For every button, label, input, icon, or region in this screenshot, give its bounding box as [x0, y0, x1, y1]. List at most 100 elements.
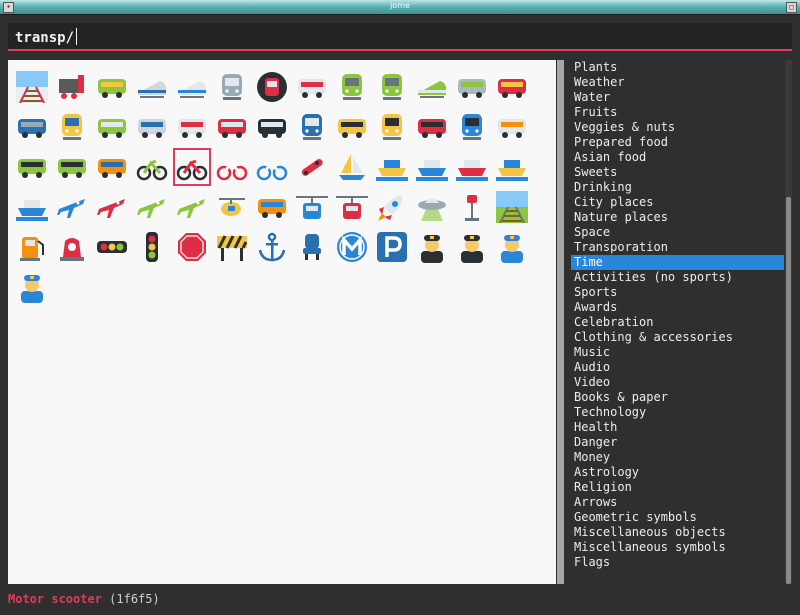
emoji-cell[interactable]	[173, 148, 211, 186]
category-item[interactable]: Fruits	[571, 105, 784, 120]
category-item[interactable]: Clothing & accessories	[571, 330, 784, 345]
category-scrollbar[interactable]	[785, 60, 792, 584]
emoji-cell[interactable]	[293, 188, 331, 226]
emoji-cell[interactable]	[253, 228, 291, 266]
category-item[interactable]: Nature places	[571, 210, 784, 225]
emoji-cell[interactable]	[213, 148, 251, 186]
category-item[interactable]: Geometric symbols	[571, 510, 784, 525]
category-item[interactable]: Music	[571, 345, 784, 360]
emoji-grid-scrollbar[interactable]	[557, 60, 564, 584]
emoji-cell[interactable]	[253, 108, 291, 146]
emoji-cell[interactable]	[53, 68, 91, 106]
category-item[interactable]: Transporation	[571, 240, 784, 255]
category-item[interactable]: Astrology	[571, 465, 784, 480]
category-item[interactable]: Activities (no sports)	[571, 270, 784, 285]
emoji-cell[interactable]	[53, 148, 91, 186]
emoji-cell[interactable]	[173, 228, 211, 266]
category-item[interactable]: Books & paper	[571, 390, 784, 405]
category-item[interactable]: Technology	[571, 405, 784, 420]
emoji-cell[interactable]	[133, 188, 171, 226]
emoji-cell[interactable]	[13, 188, 51, 226]
emoji-cell[interactable]	[333, 188, 371, 226]
emoji-cell[interactable]	[93, 68, 131, 106]
category-item[interactable]: Time	[571, 255, 784, 270]
emoji-cell[interactable]	[413, 108, 451, 146]
category-item[interactable]: Awards	[571, 300, 784, 315]
category-item[interactable]: Drinking	[571, 180, 784, 195]
emoji-cell[interactable]	[493, 228, 531, 266]
emoji-cell[interactable]	[453, 188, 491, 226]
category-item[interactable]: Prepared food	[571, 135, 784, 150]
emoji-cell[interactable]	[173, 108, 211, 146]
emoji-cell[interactable]	[213, 108, 251, 146]
emoji-cell[interactable]	[373, 188, 411, 226]
emoji-cell[interactable]	[333, 148, 371, 186]
category-item[interactable]: Sports	[571, 285, 784, 300]
emoji-cell[interactable]	[493, 148, 531, 186]
emoji-cell[interactable]	[133, 228, 171, 266]
emoji-cell[interactable]	[213, 228, 251, 266]
emoji-cell[interactable]	[253, 68, 291, 106]
emoji-grid-scrollbar-thumb[interactable]	[557, 60, 564, 584]
category-item[interactable]: Celebration	[571, 315, 784, 330]
category-scrollbar-thumb[interactable]	[786, 197, 791, 584]
emoji-cell[interactable]	[133, 68, 171, 106]
emoji-cell[interactable]	[493, 108, 531, 146]
emoji-cell[interactable]	[93, 108, 131, 146]
emoji-cell[interactable]	[413, 68, 451, 106]
search-bar[interactable]: transp/	[8, 23, 792, 51]
emoji-cell[interactable]	[253, 188, 291, 226]
category-item[interactable]: Miscellaneous objects	[571, 525, 784, 540]
emoji-cell[interactable]	[93, 228, 131, 266]
emoji-cell[interactable]	[13, 268, 51, 306]
emoji-cell[interactable]	[53, 188, 91, 226]
emoji-cell[interactable]	[493, 68, 531, 106]
emoji-cell[interactable]	[413, 188, 451, 226]
emoji-cell[interactable]	[413, 228, 451, 266]
emoji-cell[interactable]	[13, 68, 51, 106]
emoji-cell[interactable]	[493, 188, 531, 226]
category-item[interactable]: Veggies & nuts	[571, 120, 784, 135]
search-input[interactable]: transp/	[15, 28, 78, 46]
category-item[interactable]: Sweets	[571, 165, 784, 180]
emoji-cell[interactable]	[293, 108, 331, 146]
emoji-cell[interactable]	[13, 228, 51, 266]
category-item[interactable]: Space	[571, 225, 784, 240]
emoji-cell[interactable]	[53, 228, 91, 266]
category-item[interactable]: Flags	[571, 555, 784, 570]
emoji-cell[interactable]	[173, 188, 211, 226]
maximize-button[interactable]: □	[786, 2, 797, 13]
category-item[interactable]: Asian food	[571, 150, 784, 165]
emoji-cell[interactable]	[373, 108, 411, 146]
emoji-cell[interactable]	[333, 68, 371, 106]
category-item[interactable]: Health	[571, 420, 784, 435]
emoji-cell[interactable]	[133, 108, 171, 146]
emoji-cell[interactable]	[133, 148, 171, 186]
emoji-cell[interactable]	[53, 108, 91, 146]
emoji-cell[interactable]	[93, 148, 131, 186]
emoji-cell[interactable]	[253, 148, 291, 186]
category-item[interactable]: Danger	[571, 435, 784, 450]
category-item[interactable]: Video	[571, 375, 784, 390]
emoji-cell[interactable]	[453, 148, 491, 186]
emoji-cell[interactable]	[173, 68, 211, 106]
emoji-cell[interactable]	[453, 228, 491, 266]
category-item[interactable]: Arrows	[571, 495, 784, 510]
emoji-cell[interactable]	[213, 68, 251, 106]
emoji-cell[interactable]	[453, 68, 491, 106]
emoji-cell[interactable]	[293, 68, 331, 106]
category-item[interactable]: Weather	[571, 75, 784, 90]
emoji-cell[interactable]	[453, 108, 491, 146]
emoji-cell[interactable]	[13, 148, 51, 186]
emoji-cell[interactable]	[333, 228, 371, 266]
emoji-cell[interactable]	[213, 188, 251, 226]
category-item[interactable]: Miscellaneous symbols	[571, 540, 784, 555]
emoji-cell[interactable]	[413, 148, 451, 186]
category-item[interactable]: City places	[571, 195, 784, 210]
emoji-cell[interactable]	[373, 148, 411, 186]
emoji-cell[interactable]	[333, 108, 371, 146]
category-item[interactable]: Religion	[571, 480, 784, 495]
emoji-cell[interactable]	[373, 68, 411, 106]
category-item[interactable]: Money	[571, 450, 784, 465]
emoji-cell[interactable]	[293, 148, 331, 186]
